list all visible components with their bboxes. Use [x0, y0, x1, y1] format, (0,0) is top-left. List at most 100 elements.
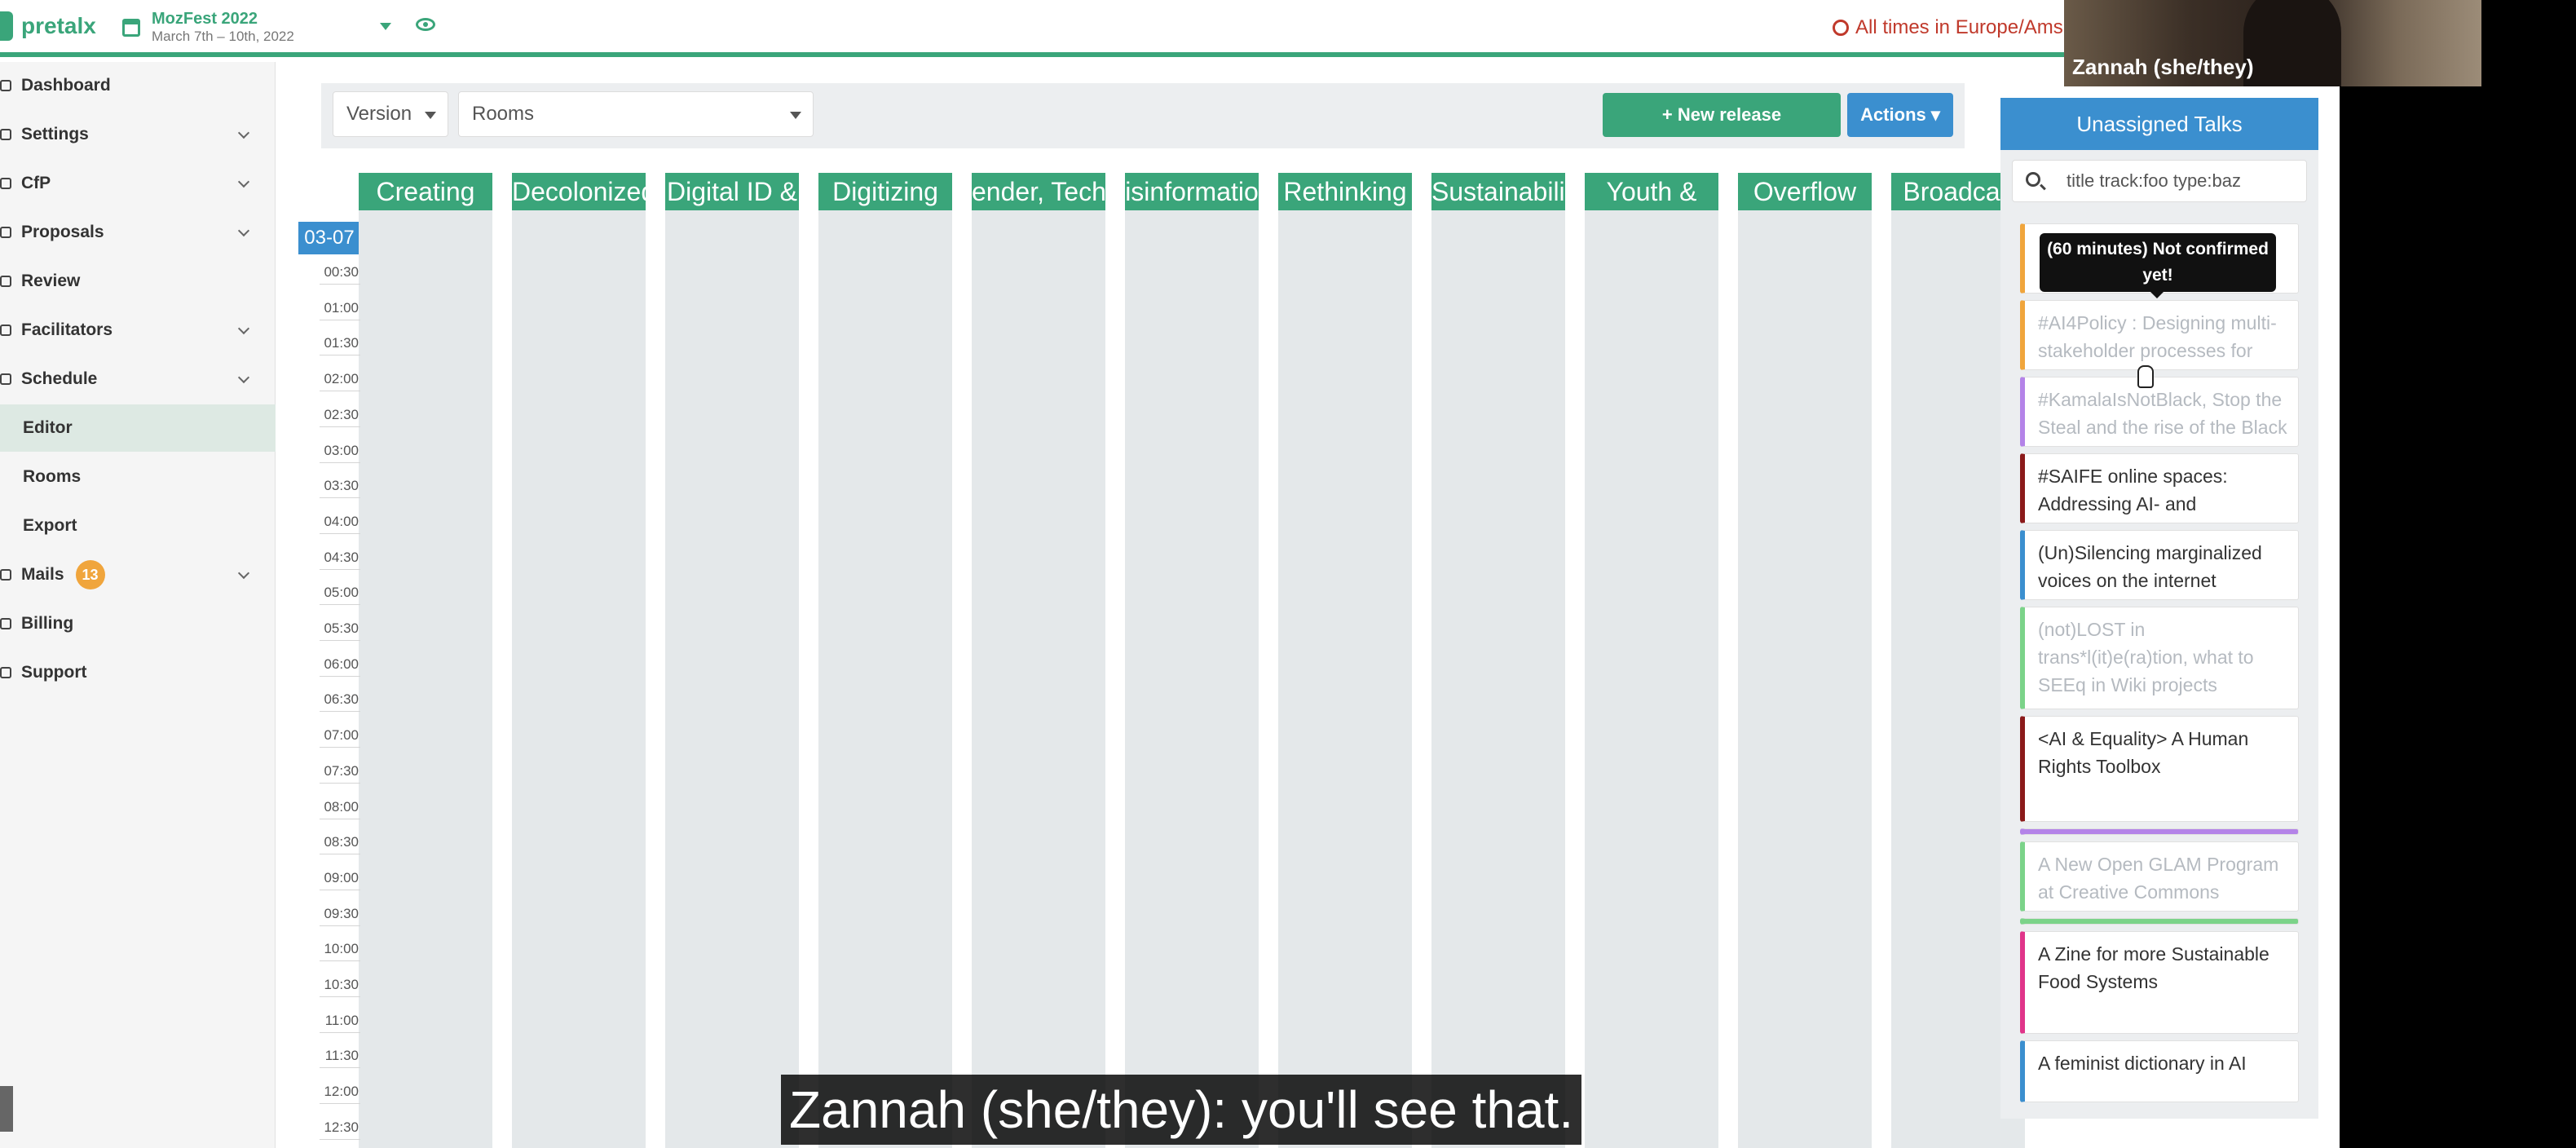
talk-card[interactable] [2020, 828, 2299, 835]
brand-name: pretalx [21, 13, 96, 38]
talk-card[interactable]: <AI & Equality> A Human Rights Toolbox [2020, 716, 2299, 822]
sidebar-item-proposals[interactable]: Proposals [0, 209, 276, 256]
sidebar-item-cfp[interactable]: CfP [0, 160, 276, 207]
sidebar-subitem-editor[interactable]: Editor [0, 404, 276, 452]
sidebar-item-review[interactable]: Review [0, 258, 276, 305]
timeslot-label: 05:30 [324, 620, 359, 636]
brand[interactable]: pretalx [0, 11, 96, 41]
timeslot-label: 07:30 [324, 762, 359, 779]
life-ring-icon [0, 667, 11, 678]
sidebar-subitem-export[interactable]: Export [0, 502, 276, 550]
talk-card[interactable]: A New Open GLAM Program at Creative Comm… [2020, 841, 2299, 912]
talk-search-input[interactable]: title track:foo type:baz [2012, 160, 2307, 202]
timeslot-label: 10:00 [324, 941, 359, 957]
timeslot-label: 03:00 [324, 442, 359, 458]
room-header: Digital ID & [665, 173, 799, 210]
talk-card[interactable]: (Un)Silencing marginalized voices on the… [2020, 530, 2299, 600]
timeslot-divider [320, 604, 360, 606]
timeslot-divider [320, 1103, 360, 1105]
timeslot-divider [320, 1067, 360, 1069]
sidebar-item-facilitators[interactable]: Facilitators [0, 307, 276, 354]
room-header: Digitizing [818, 173, 952, 210]
timeslot-divider [320, 675, 360, 677]
sidebar-item-settings[interactable]: Settings [0, 111, 276, 158]
timeslot-divider [320, 532, 360, 534]
timeslot-label: 09:00 [324, 869, 359, 885]
unassigned-talks-title: Unassigned Talks [2000, 98, 2318, 150]
talk-card[interactable] [2020, 918, 2299, 925]
talk-title: A feminist dictionary in AI [2038, 1053, 2247, 1074]
room-column[interactable] [1278, 210, 1412, 1148]
chevron-down-icon: ▾ [1930, 104, 1940, 125]
timeslot-divider [320, 996, 360, 997]
talk-title: <AI & Equality> A Human Rights Toolbox [2038, 728, 2249, 777]
talk-card[interactable]: #AI4Policy : Designing multi-stakeholder… [2020, 300, 2299, 370]
sidebar-item-support[interactable]: Support [0, 649, 276, 696]
sidebar-item-mails[interactable]: Mails 13 [0, 551, 276, 598]
room-column[interactable] [1585, 210, 1718, 1148]
timeslot-divider [320, 497, 360, 499]
room-column[interactable] [1431, 210, 1565, 1148]
sidebar-item-dashboard[interactable]: Dashboard [0, 62, 276, 109]
timeslot-label: 00:30 [324, 264, 359, 280]
chevron-down-icon [425, 112, 436, 119]
room-column[interactable] [359, 210, 492, 1148]
live-caption: Zannah (she/they): you'll see that. [781, 1075, 1582, 1145]
timeslot-label: 03:30 [324, 478, 359, 494]
talk-title: #SAIFE online spaces: Addressing AI- and… [2038, 466, 2274, 523]
wrench-icon [0, 129, 11, 140]
talk-title: (Un)Silencing marginalized voices on the… [2038, 542, 2262, 591]
eye-icon[interactable] [416, 18, 435, 31]
credit-card-icon [0, 618, 11, 629]
timeslot-label: 11:30 [324, 1048, 359, 1064]
timeslot-label: 01:00 [324, 299, 359, 316]
talk-card[interactable]: A Zine for more Sustainable Food Systems [2020, 931, 2299, 1034]
talk-title: #AI4Policy : Designing multi-stakeholder… [2038, 312, 2277, 369]
chevron-down-icon [237, 224, 250, 237]
clock-icon [1833, 20, 1849, 36]
timeslot-divider [320, 568, 360, 570]
chevron-down-icon [237, 371, 250, 384]
new-release-button[interactable]: + New release [1603, 93, 1841, 137]
eye-icon [0, 276, 11, 287]
room-column[interactable] [512, 210, 646, 1148]
timezone-notice: All times in Europe/Ams [1833, 16, 2063, 39]
timeslot-label: 02:00 [324, 371, 359, 387]
date-badge: 03-07 [298, 222, 360, 254]
room-column[interactable] [818, 210, 952, 1148]
participant-silhouette [2243, 0, 2341, 86]
sidebar-subitem-rooms[interactable]: Rooms [0, 453, 276, 501]
talk-card[interactable]: (not)LOST in trans*l(it)e(ra)tion, what … [2020, 607, 2299, 709]
envelope-icon [0, 569, 11, 581]
sidebar-item-schedule[interactable]: Schedule [0, 355, 276, 403]
talk-tooltip: (60 minutes) Not confirmed yet! [2040, 233, 2276, 298]
pretalx-app: pretalx MozFest 2022 March 7th – 10th, 2… [0, 0, 2340, 1148]
talk-title: (not)LOST in trans*l(it)e(ra)tion, what … [2038, 619, 2254, 695]
sidebar: Dashboard Settings CfP Proposals Review … [0, 62, 276, 1148]
timeslot-divider [320, 1138, 360, 1140]
event-name: MozFest 2022 [152, 10, 258, 28]
talk-card[interactable]: A feminist dictionary in AI [2020, 1040, 2299, 1102]
timeslot-divider [320, 782, 360, 784]
actions-dropdown-button[interactable]: Actions ▾ [1847, 93, 1953, 137]
room-column[interactable] [972, 210, 1105, 1148]
room-column[interactable] [1125, 210, 1259, 1148]
corner-marker [0, 1086, 13, 1132]
room-header: Creating [359, 173, 492, 210]
megaphone-icon [0, 178, 11, 189]
talk-title: A New Open GLAM Program at Creative Comm… [2038, 854, 2279, 903]
mails-count-badge: 13 [75, 560, 105, 589]
chevron-down-icon[interactable] [380, 23, 391, 30]
timeslot-label: 08:30 [324, 834, 359, 850]
sidebar-item-billing[interactable]: Billing [0, 600, 276, 647]
room-column[interactable] [665, 210, 799, 1148]
talk-card[interactable]: #SAIFE online spaces: Addressing AI- and… [2020, 453, 2299, 523]
room-column[interactable] [1738, 210, 1872, 1148]
timeslot-label: 09:30 [324, 905, 359, 921]
talk-card[interactable]: #KamalaIsNotBlack, Stop the Steal and th… [2020, 377, 2299, 447]
version-select[interactable]: Version [333, 91, 448, 137]
rooms-select[interactable]: Rooms [458, 91, 814, 137]
event-switcher[interactable]: MozFest 2022 March 7th – 10th, 2022 [122, 10, 294, 45]
participant-video: Zannah (she/they) [2064, 0, 2481, 86]
timeslot-label: 12:00 [324, 1084, 359, 1100]
